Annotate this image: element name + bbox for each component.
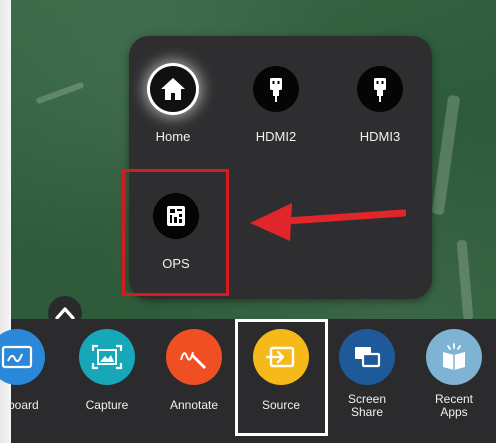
dock-item-recent-apps[interactable]: Recent Apps xyxy=(412,329,496,419)
dock-item-capture-label: Capture xyxy=(85,398,129,412)
dock-item-annotate[interactable]: Annotate xyxy=(152,329,236,412)
chalk-streak xyxy=(35,81,85,105)
dock-item-whiteboard[interactable]: iteboard xyxy=(0,329,59,412)
dock-item-recent-apps-label: Recent Apps xyxy=(412,393,496,419)
source-hdmi3-label: HDMI3 xyxy=(359,129,401,144)
whiteboard-icon xyxy=(0,329,45,385)
red-arrow-annotation xyxy=(250,203,406,241)
screen-share-label-line2: Share xyxy=(350,405,384,419)
dock-item-capture[interactable]: Capture xyxy=(65,329,149,412)
dock-item-screen-share-label: Screen Share xyxy=(325,393,409,419)
dock-item-annotate-label: Annotate xyxy=(169,398,219,412)
home-icon-circle xyxy=(150,66,196,112)
chevron-up-icon xyxy=(55,307,75,320)
source-home-label: Home xyxy=(155,129,191,144)
annotate-icon xyxy=(166,329,222,385)
hdmi-icon xyxy=(374,78,386,102)
source-highlight-box xyxy=(235,319,328,436)
source-hdmi2-label: HDMI2 xyxy=(255,129,297,144)
ops-highlight-box xyxy=(122,169,229,296)
chalk-streak xyxy=(431,94,461,216)
source-hdmi2[interactable]: HDMI2 xyxy=(231,66,321,144)
dock-item-screen-share[interactable]: Screen Share xyxy=(325,329,409,419)
recent-apps-label-line2: Apps xyxy=(440,405,468,419)
chalk-streak xyxy=(456,239,474,321)
recent-apps-icon xyxy=(426,329,482,385)
source-hdmi3[interactable]: HDMI3 xyxy=(335,66,425,144)
dock-item-whiteboard-label: iteboard xyxy=(0,398,39,412)
source-home[interactable]: Home xyxy=(128,66,218,144)
home-icon xyxy=(161,78,185,100)
screen-share-label-line1: Screen xyxy=(347,392,387,406)
recent-apps-label-line1: Recent xyxy=(434,392,474,406)
screen-share-icon xyxy=(339,329,395,385)
capture-icon xyxy=(79,329,135,385)
hdmi-icon-circle xyxy=(357,66,403,112)
hdmi-icon xyxy=(270,78,282,102)
hdmi-icon-circle xyxy=(253,66,299,112)
